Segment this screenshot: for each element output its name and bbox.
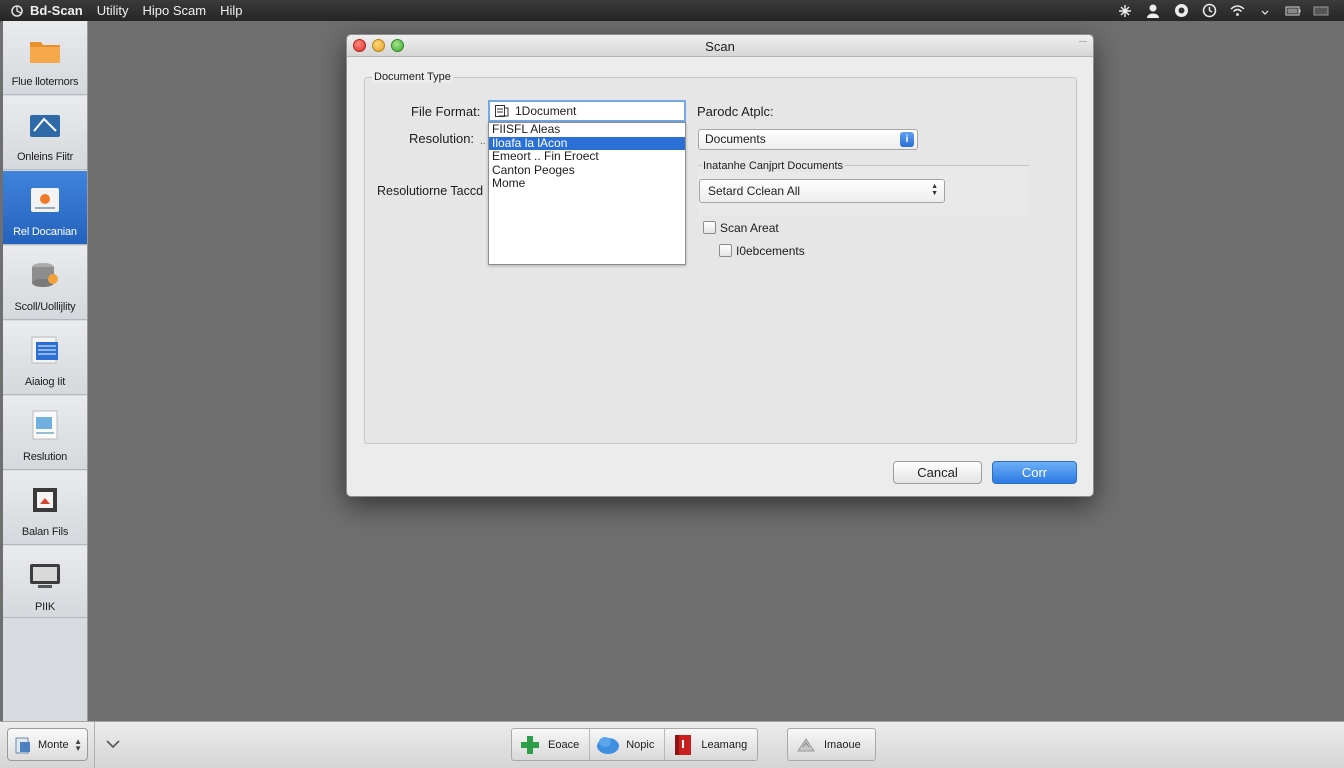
tool-button-leamang[interactable]: Leamang bbox=[665, 729, 757, 760]
document-type-legend: Document Type bbox=[372, 71, 453, 83]
folder-icon bbox=[30, 42, 60, 63]
bottom-toolbar: Monte ▲ ▼ Eoace Nopic Leamang Imaoue bbox=[0, 721, 1344, 768]
plus-icon bbox=[521, 735, 539, 754]
sidebar-item-rel-docanian[interactable]: Rel Docanian bbox=[3, 171, 87, 245]
scan-clean-select[interactable]: Setard Cclean All ▲ ▼ bbox=[699, 179, 945, 203]
sidebar: Flue lloternors Onleins Fiitr Rel Docani… bbox=[3, 21, 88, 721]
document-icon bbox=[31, 188, 59, 212]
resolution-tacc-label: Resolutiorne Taccd bbox=[377, 184, 484, 198]
elements-label: I0ebcements bbox=[736, 244, 805, 258]
document-format-icon bbox=[495, 105, 509, 117]
disk-icon bbox=[32, 263, 58, 287]
cloud-icon bbox=[597, 736, 620, 754]
tool-label: Nopic bbox=[626, 738, 655, 751]
scan-area-label: Scan Areat bbox=[720, 221, 779, 235]
tool-button-eoace[interactable]: Eoace bbox=[512, 729, 591, 760]
cancel-button[interactable]: Cancal bbox=[893, 461, 982, 484]
tool-button-imaoue[interactable]: Imaoue bbox=[788, 729, 875, 760]
sidebar-item-piik[interactable]: PIIK bbox=[3, 546, 87, 618]
book-icon bbox=[675, 734, 692, 755]
list-item[interactable]: Emeort .. Fin Eroect bbox=[489, 149, 685, 164]
elements-checkbox[interactable] bbox=[719, 244, 732, 257]
status-icons bbox=[1116, 0, 1330, 21]
resolution-dots: .. bbox=[480, 136, 486, 147]
bottom-left-panel: Monte ▲ ▼ bbox=[0, 722, 95, 768]
menu-utility[interactable]: Utility bbox=[97, 3, 129, 18]
info-icon[interactable]: i bbox=[900, 132, 914, 147]
sidebar-item-reslution[interactable]: Reslution bbox=[3, 396, 87, 470]
menu-help[interactable]: Hilp bbox=[220, 3, 242, 18]
sidebar-item-label: Rel Docanian bbox=[13, 226, 77, 238]
mode-stepper-icon: ▲ ▼ bbox=[74, 737, 82, 753]
titlebar-dash bbox=[1079, 41, 1087, 42]
file-format-list[interactable]: FIISFL Aleas Iloafa la lAcon Emeort .. F… bbox=[488, 122, 686, 265]
menu-app-name[interactable]: Bd-Scan bbox=[30, 3, 83, 18]
sidebar-item-label: Reslution bbox=[22, 451, 68, 463]
select-stepper-icon: ▲ ▼ bbox=[931, 183, 938, 197]
down-arrow-icon[interactable] bbox=[1256, 2, 1274, 20]
scan-clean-value: Setard Cclean All bbox=[708, 184, 801, 198]
tool-group-secondary: Imaoue bbox=[787, 728, 876, 761]
list-item[interactable]: Mome bbox=[489, 176, 685, 191]
sidebar-item-label: PIIK bbox=[35, 601, 55, 613]
network-icon[interactable] bbox=[1116, 2, 1134, 20]
list-item[interactable]: Canton Peoges bbox=[489, 163, 685, 178]
file-format-label: File Format: bbox=[411, 104, 481, 119]
scan-area-checkbox[interactable] bbox=[703, 221, 716, 234]
sidebar-item-flue-lloternors[interactable]: Flue lloternors bbox=[3, 21, 87, 95]
list-item[interactable]: FIISFL Aleas bbox=[489, 122, 685, 137]
clock-icon[interactable] bbox=[1200, 2, 1218, 20]
documents-select[interactable]: Documents i bbox=[698, 129, 918, 150]
sidebar-item-label: Balan Fils bbox=[21, 526, 69, 538]
mode-select-label: Monte bbox=[38, 738, 69, 751]
dialog-titlebar[interactable]: Scan bbox=[347, 35, 1093, 57]
battery-icon[interactable] bbox=[1284, 2, 1302, 20]
tool-label: Leamang bbox=[701, 738, 748, 751]
tool-label: Imaoue bbox=[824, 738, 861, 751]
list-icon bbox=[31, 336, 58, 364]
file-format-value: 1Document bbox=[515, 104, 577, 118]
list-item-selected[interactable]: Iloafa la lAcon bbox=[489, 136, 685, 150]
parodc-label: Parodc Atplc: bbox=[697, 104, 774, 119]
sidebar-item-onleins-fiitr[interactable]: Onleins Fiitr bbox=[3, 96, 87, 170]
sidebar-item-label: Flue lloternors bbox=[11, 76, 79, 88]
sync-icon[interactable] bbox=[1172, 2, 1190, 20]
wifi-icon[interactable] bbox=[1228, 2, 1246, 20]
monitor-icon bbox=[30, 564, 60, 588]
tool-label: Eoace bbox=[548, 738, 580, 751]
chevron-down-icon[interactable] bbox=[104, 735, 122, 753]
scan-dialog: Scan Document Type File Format: 1Documen… bbox=[346, 34, 1094, 497]
sidebar-item-label: Onleins Fiitr bbox=[16, 151, 74, 163]
sidebar-item-balan-fils[interactable]: Balan Fils bbox=[3, 471, 87, 545]
sidebar-item-label: Aiaiog Iit bbox=[24, 376, 66, 388]
sidebar-item-scoll-uollijlity[interactable]: Scoll/Uollijlity bbox=[3, 246, 87, 320]
page-icon bbox=[32, 410, 58, 440]
sidebar-item-label: Scoll/Uollijlity bbox=[14, 301, 76, 313]
ok-button[interactable]: Corr bbox=[992, 461, 1077, 484]
file-format-field[interactable]: 1Document bbox=[488, 100, 686, 122]
user-icon[interactable] bbox=[1144, 2, 1162, 20]
menu-extra-icon[interactable] bbox=[1312, 2, 1330, 20]
canjprt-documents-legend: Inatanhe Canjprt Documents bbox=[701, 160, 846, 172]
menu-hipo-scam[interactable]: Hipo Scam bbox=[143, 3, 207, 18]
sidebar-item-aiaiog-iit[interactable]: Aiaiog Iit bbox=[3, 321, 87, 395]
resolution-label: Resolution: bbox=[409, 131, 475, 146]
tool-group-main: Eoace Nopic Leamang bbox=[511, 728, 759, 761]
scanner-icon bbox=[30, 115, 60, 137]
app-logo-icon[interactable] bbox=[10, 4, 24, 18]
mode-select[interactable]: Monte ▲ ▼ bbox=[7, 728, 88, 761]
dialog-title: Scan bbox=[705, 39, 735, 54]
menu-bar: Bd-Scan Utility Hipo Scam Hilp bbox=[0, 0, 1344, 21]
image-icon bbox=[797, 737, 815, 751]
archive-icon bbox=[33, 488, 57, 512]
documents-select-value: Documents bbox=[705, 132, 766, 146]
mode-icon bbox=[15, 737, 30, 753]
tool-button-nopic[interactable]: Nopic bbox=[590, 729, 666, 760]
